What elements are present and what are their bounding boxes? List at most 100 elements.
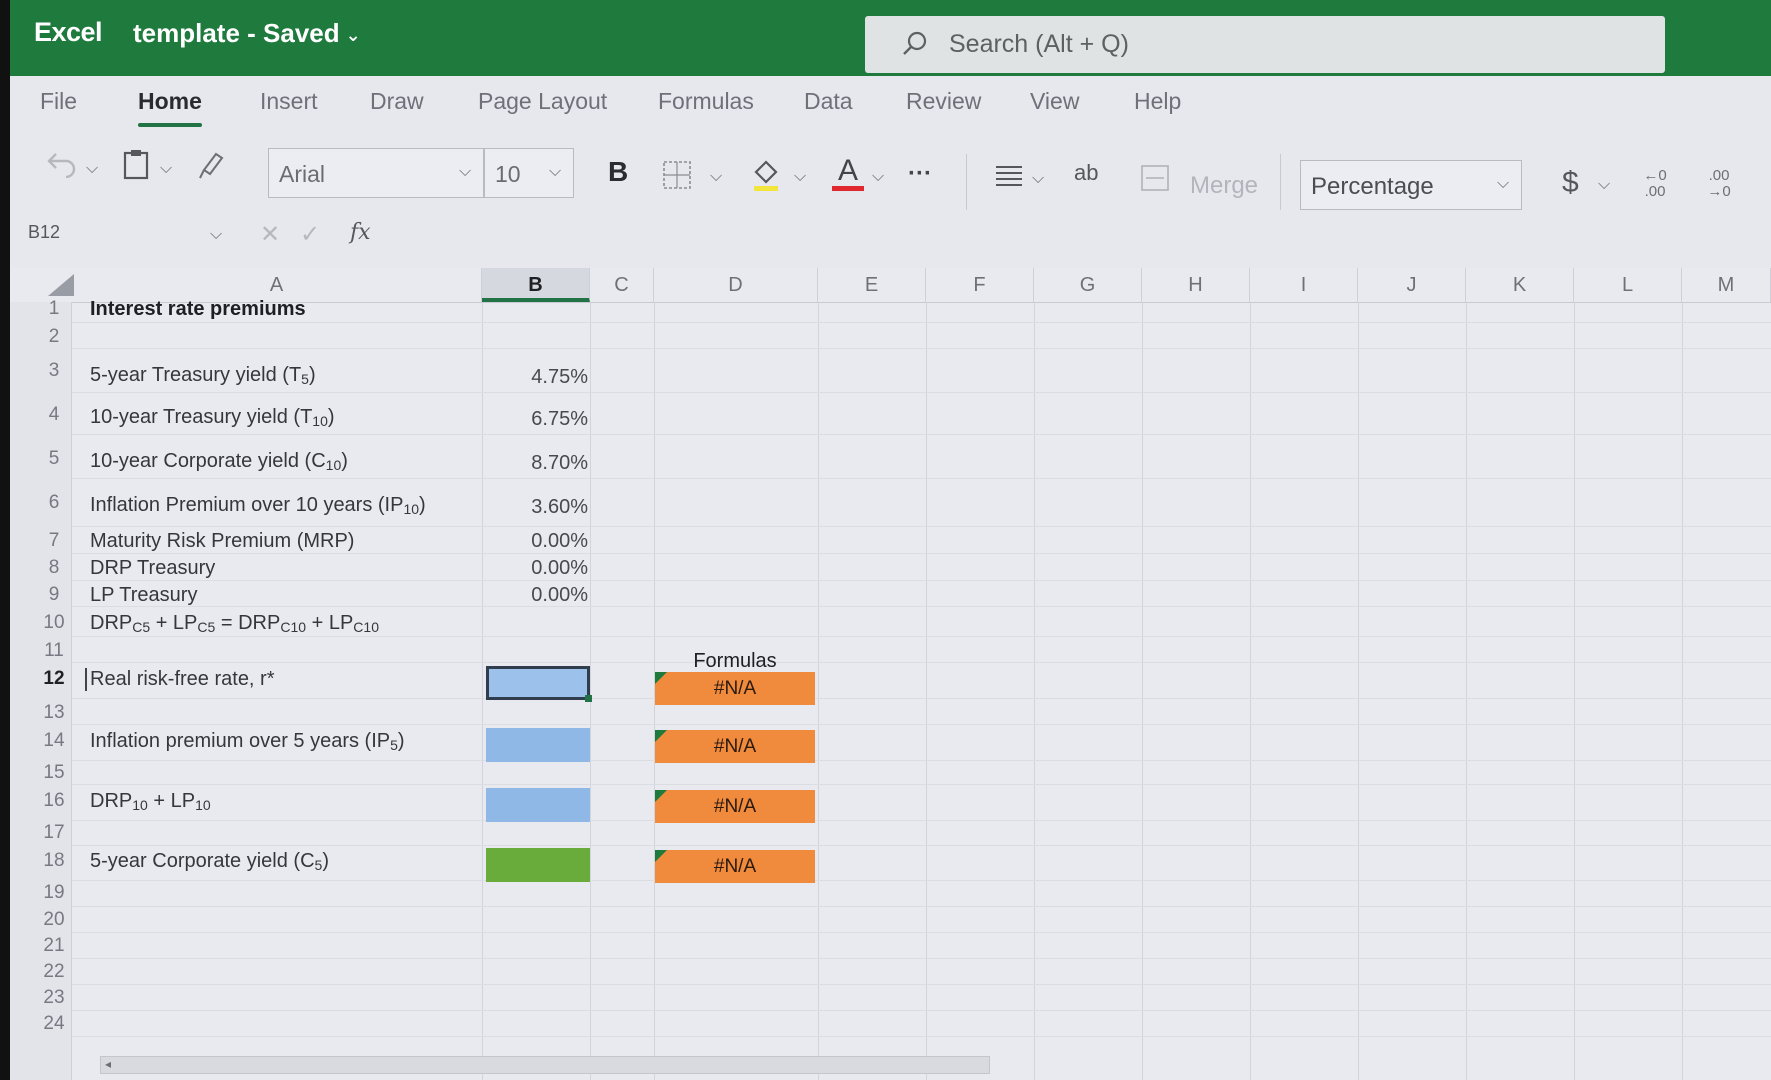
column-header-g[interactable]: G: [1034, 268, 1142, 302]
cell-d12[interactable]: #N/A: [655, 672, 815, 705]
column-header-f[interactable]: F: [926, 268, 1034, 302]
cell-a4[interactable]: 10-year Treasury yield (T10): [90, 406, 335, 429]
cell-b16[interactable]: [486, 788, 590, 822]
cell-b14[interactable]: [486, 728, 590, 762]
align-chevron-icon[interactable]: ⌵: [1032, 170, 1044, 188]
scroll-left-icon[interactable]: ◂: [105, 1057, 111, 1071]
font-size-select[interactable]: 10 ⌵: [484, 148, 574, 198]
tab-view[interactable]: View: [1030, 88, 1079, 115]
row-header-3[interactable]: 3: [34, 360, 74, 382]
bold-button[interactable]: B: [608, 156, 628, 188]
fill-color-button[interactable]: [750, 156, 782, 199]
cell-a6[interactable]: Inflation Premium over 10 years (IP10): [90, 494, 426, 517]
column-header-j[interactable]: J: [1358, 268, 1466, 302]
borders-chevron-icon[interactable]: ⌵: [710, 168, 722, 186]
font-color-chevron-icon[interactable]: ⌵: [872, 168, 884, 186]
font-color-button[interactable]: A: [832, 154, 864, 191]
tab-page-layout[interactable]: Page Layout: [478, 88, 607, 115]
cell-a16[interactable]: DRP10 + LP10: [90, 790, 211, 813]
fill-chevron-icon[interactable]: ⌵: [794, 168, 806, 186]
cell-b4[interactable]: 6.75%: [480, 408, 588, 431]
paste-chevron-icon[interactable]: ⌵: [160, 160, 172, 178]
tab-home[interactable]: Home: [138, 88, 202, 127]
column-header-h[interactable]: H: [1142, 268, 1250, 302]
cell-b6[interactable]: 3.60%: [480, 496, 588, 519]
align-button[interactable]: [994, 162, 1024, 199]
cell-b7[interactable]: 0.00%: [480, 530, 588, 553]
cell-d11[interactable]: Formulas: [655, 650, 815, 673]
column-header-e[interactable]: E: [818, 268, 926, 302]
currency-button[interactable]: $: [1562, 166, 1579, 200]
cell-b12-selected[interactable]: [486, 666, 592, 702]
cell-d14[interactable]: #N/A: [655, 730, 815, 763]
fill-handle[interactable]: [585, 695, 592, 702]
row-header-1[interactable]: 1: [34, 298, 74, 320]
row-header-10[interactable]: 10: [34, 612, 74, 634]
row-header-18[interactable]: 18: [34, 850, 74, 872]
decrease-decimal-button[interactable]: .00 →0: [1702, 168, 1736, 200]
cell-a7[interactable]: Maturity Risk Premium (MRP): [90, 530, 354, 553]
cell-d16[interactable]: #N/A: [655, 790, 815, 823]
column-header-i[interactable]: I: [1250, 268, 1358, 302]
cell-a1[interactable]: Interest rate premiums: [90, 298, 306, 321]
cell-a3[interactable]: 5-year Treasury yield (T5): [90, 364, 316, 387]
row-header-9[interactable]: 9: [34, 584, 74, 606]
tab-draw[interactable]: Draw: [370, 88, 424, 115]
undo-button[interactable]: [46, 148, 80, 185]
font-name-select[interactable]: Arial ⌵: [268, 148, 484, 198]
column-header-l[interactable]: L: [1574, 268, 1682, 302]
fx-button[interactable]: fx: [350, 220, 371, 245]
cell-a18[interactable]: 5-year Corporate yield (C5): [90, 850, 329, 873]
row-header-23[interactable]: 23: [34, 987, 74, 1009]
column-header-m[interactable]: M: [1682, 268, 1771, 302]
row-header-14[interactable]: 14: [34, 730, 74, 752]
cell-a8[interactable]: DRP Treasury: [90, 557, 215, 580]
tab-help[interactable]: Help: [1134, 88, 1181, 115]
document-title[interactable]: template - Saved ⌄: [133, 18, 361, 49]
cell-b5[interactable]: 8.70%: [480, 452, 588, 475]
wrap-text-button[interactable]: ab: [1074, 160, 1098, 186]
cell-b18[interactable]: [486, 848, 590, 882]
row-header-12[interactable]: 12: [34, 668, 74, 690]
row-header-20[interactable]: 20: [34, 909, 74, 931]
row-header-6[interactable]: 6: [34, 492, 74, 514]
number-format-select[interactable]: Percentage ⌵: [1300, 160, 1522, 210]
row-header-4[interactable]: 4: [34, 404, 74, 426]
formula-input[interactable]: [390, 218, 1771, 258]
cell-b9[interactable]: 0.00%: [480, 584, 588, 607]
tab-insert[interactable]: Insert: [260, 88, 318, 115]
cell-d18[interactable]: #N/A: [655, 850, 815, 883]
row-header-2[interactable]: 2: [34, 326, 74, 348]
tab-review[interactable]: Review: [906, 88, 981, 115]
row-header-21[interactable]: 21: [34, 935, 74, 957]
row-header-24[interactable]: 24: [34, 1013, 74, 1035]
row-header-8[interactable]: 8: [34, 557, 74, 579]
cell-a12[interactable]: Real risk-free rate, r*: [85, 668, 275, 691]
name-box[interactable]: B12: [28, 222, 60, 243]
format-painter-button[interactable]: [196, 148, 230, 187]
cell-b8[interactable]: 0.00%: [480, 557, 588, 580]
row-header-22[interactable]: 22: [34, 961, 74, 983]
row-header-13[interactable]: 13: [34, 702, 74, 724]
row-header-15[interactable]: 15: [34, 762, 74, 784]
column-header-b[interactable]: B: [482, 268, 590, 302]
increase-decimal-button[interactable]: ←0 .00: [1638, 168, 1672, 200]
row-header-11[interactable]: 11: [34, 640, 74, 662]
row-header-5[interactable]: 5: [34, 448, 74, 470]
cell-b3[interactable]: 4.75%: [480, 366, 588, 389]
name-box-chevron-icon[interactable]: ⌵: [210, 226, 222, 244]
column-header-c[interactable]: C: [590, 268, 654, 302]
horizontal-scrollbar[interactable]: ◂: [100, 1056, 990, 1074]
column-header-k[interactable]: K: [1466, 268, 1574, 302]
paste-button[interactable]: [122, 148, 150, 187]
currency-chevron-icon[interactable]: ⌵: [1598, 176, 1610, 194]
select-all-corner[interactable]: [48, 274, 74, 296]
cell-a9[interactable]: LP Treasury: [90, 584, 197, 607]
column-header-a[interactable]: A: [72, 268, 482, 302]
cell-a5[interactable]: 10-year Corporate yield (C10): [90, 450, 348, 473]
undo-chevron-icon[interactable]: ⌵: [86, 160, 98, 178]
tab-formulas[interactable]: Formulas: [658, 88, 754, 115]
column-header-d[interactable]: D: [654, 268, 818, 302]
row-header-7[interactable]: 7: [34, 530, 74, 552]
row-header-17[interactable]: 17: [34, 822, 74, 844]
